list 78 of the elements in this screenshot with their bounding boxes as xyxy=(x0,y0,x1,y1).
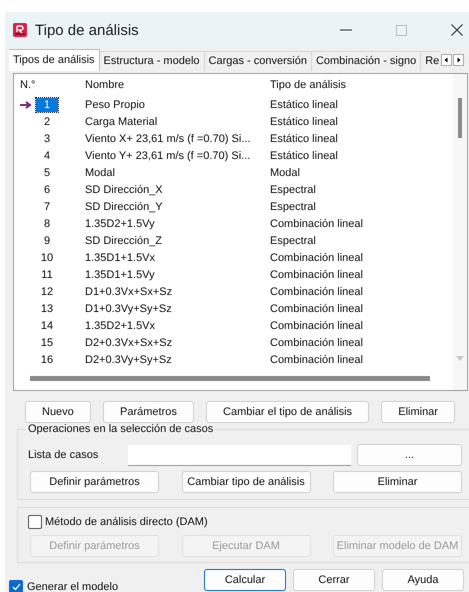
arrow-icon xyxy=(20,100,33,108)
app-logo-icon xyxy=(13,23,27,37)
table-cell: Estático lineal xyxy=(270,98,338,110)
browse-button[interactable]: ... xyxy=(357,444,462,466)
row-number[interactable]: 14 xyxy=(36,318,58,332)
row-number[interactable]: 6 xyxy=(36,182,58,196)
checkbox[interactable] xyxy=(28,515,42,529)
button[interactable]: Ayuda xyxy=(382,569,464,591)
table-cell: Combinación lineal xyxy=(270,252,363,264)
row-number[interactable]: 1 xyxy=(36,98,58,112)
table-cell-text: SD Dirección_X xyxy=(85,184,164,196)
table-cell-text: 1.35D1+1.5Vy xyxy=(85,268,156,280)
button[interactable]: Nuevo xyxy=(25,401,91,423)
table-cell-text: Modal xyxy=(85,166,116,178)
row-number[interactable]: 10 xyxy=(36,250,58,264)
row-number[interactable]: 8 xyxy=(36,216,58,230)
checkbox[interactable] xyxy=(9,580,23,592)
table-cell: Combinación lineal xyxy=(270,336,363,348)
field-label: Lista de casos xyxy=(28,449,100,461)
table-cell: Combinación lineal xyxy=(270,286,363,298)
row-number[interactable]: 16 xyxy=(36,352,58,366)
scroll-left-icon[interactable] xyxy=(441,54,452,66)
window-title: Tipo de análisis xyxy=(35,22,139,38)
row-number[interactable]: 5 xyxy=(36,166,58,180)
group-title: Operaciones en la selección de casos xyxy=(26,423,216,435)
button[interactable]: Parámetros xyxy=(102,401,194,423)
table-cell: Combinación lineal xyxy=(270,320,363,332)
case-list-field[interactable] xyxy=(128,444,352,466)
row-number[interactable]: 13 xyxy=(36,302,58,316)
table-cell-text: 1.35D1+1.5Vx xyxy=(85,252,156,264)
button[interactable]: Calcular xyxy=(204,569,286,591)
table-cell-text: 1.35D2+1.5Vx xyxy=(85,320,156,332)
close-icon[interactable] xyxy=(451,24,463,36)
table-cell-text: Peso Propio xyxy=(85,98,146,110)
table-cell: Combinación lineal xyxy=(270,218,363,230)
table-cell-text: D1+0.3Vy+Sy+Sz xyxy=(85,302,173,314)
table-cell: Modal xyxy=(270,166,300,178)
table-cell: Espectral xyxy=(270,234,316,246)
table-cell-text: D2+0.3Vx+Sx+Sz xyxy=(85,336,174,348)
row-number[interactable]: 9 xyxy=(36,234,58,248)
column-header[interactable]: N.° xyxy=(20,79,85,91)
table-cell-text: Viento X+ 23,61 m/s (f =0.70) Si... xyxy=(85,132,252,144)
row-number[interactable]: 11 xyxy=(36,268,58,282)
row-number[interactable]: 12 xyxy=(36,284,58,298)
table-cell: Espectral xyxy=(270,200,316,212)
minimize-icon[interactable] xyxy=(340,29,352,31)
table-cell-text: Viento Y+ 23,61 m/s (f =0.70) Si... xyxy=(85,150,252,162)
table-cell-text: SD Dirección_Z xyxy=(85,234,164,246)
row-number[interactable]: 2 xyxy=(36,114,58,128)
table-cell-text: D2+0.3Vy+Sy+Sz xyxy=(85,354,173,366)
tab[interactable]: Tipos de análisis xyxy=(9,49,100,71)
button[interactable]: Definir parámetros xyxy=(30,471,159,493)
vertical-scrollbar[interactable] xyxy=(453,74,467,390)
column-header[interactable]: Nombre xyxy=(85,79,270,91)
button[interactable]: Eliminar xyxy=(381,401,455,423)
table-cell: Estático lineal xyxy=(270,116,338,128)
column-header[interactable]: Tipo de análisis xyxy=(270,79,346,91)
row-number[interactable]: 4 xyxy=(36,148,58,162)
table-cell: Estático lineal xyxy=(270,132,338,144)
table-cell-text: 1.35D2+1.5Vy xyxy=(85,218,156,230)
checkbox-label: Generar el modelo xyxy=(27,581,118,592)
button[interactable]: Cerrar xyxy=(293,569,375,591)
table-cell: Combinación lineal xyxy=(270,268,363,280)
button[interactable]: Cambiar tipo de análisis xyxy=(182,471,310,493)
table-cell-text: Carga Material xyxy=(85,116,158,128)
table-cell-text: SD Dirección_Y xyxy=(85,200,164,212)
table-cell: Estático lineal xyxy=(270,150,338,162)
table-cell: Combinación lineal xyxy=(270,302,363,314)
row-number[interactable]: 3 xyxy=(36,132,58,146)
table-cell: Combinación lineal xyxy=(270,354,363,366)
scroll-right-icon[interactable] xyxy=(453,54,464,66)
table-cell: Espectral xyxy=(270,184,316,196)
button[interactable]: Eliminar xyxy=(333,471,462,493)
button[interactable]: Cambiar el tipo de análisis xyxy=(206,401,370,423)
row-number[interactable]: 15 xyxy=(36,336,58,350)
checkbox-label: Método de análisis directo (DAM) xyxy=(45,516,208,528)
table-cell-text: D1+0.3Vx+Sx+Sz xyxy=(85,286,174,298)
row-number[interactable]: 7 xyxy=(36,200,58,214)
